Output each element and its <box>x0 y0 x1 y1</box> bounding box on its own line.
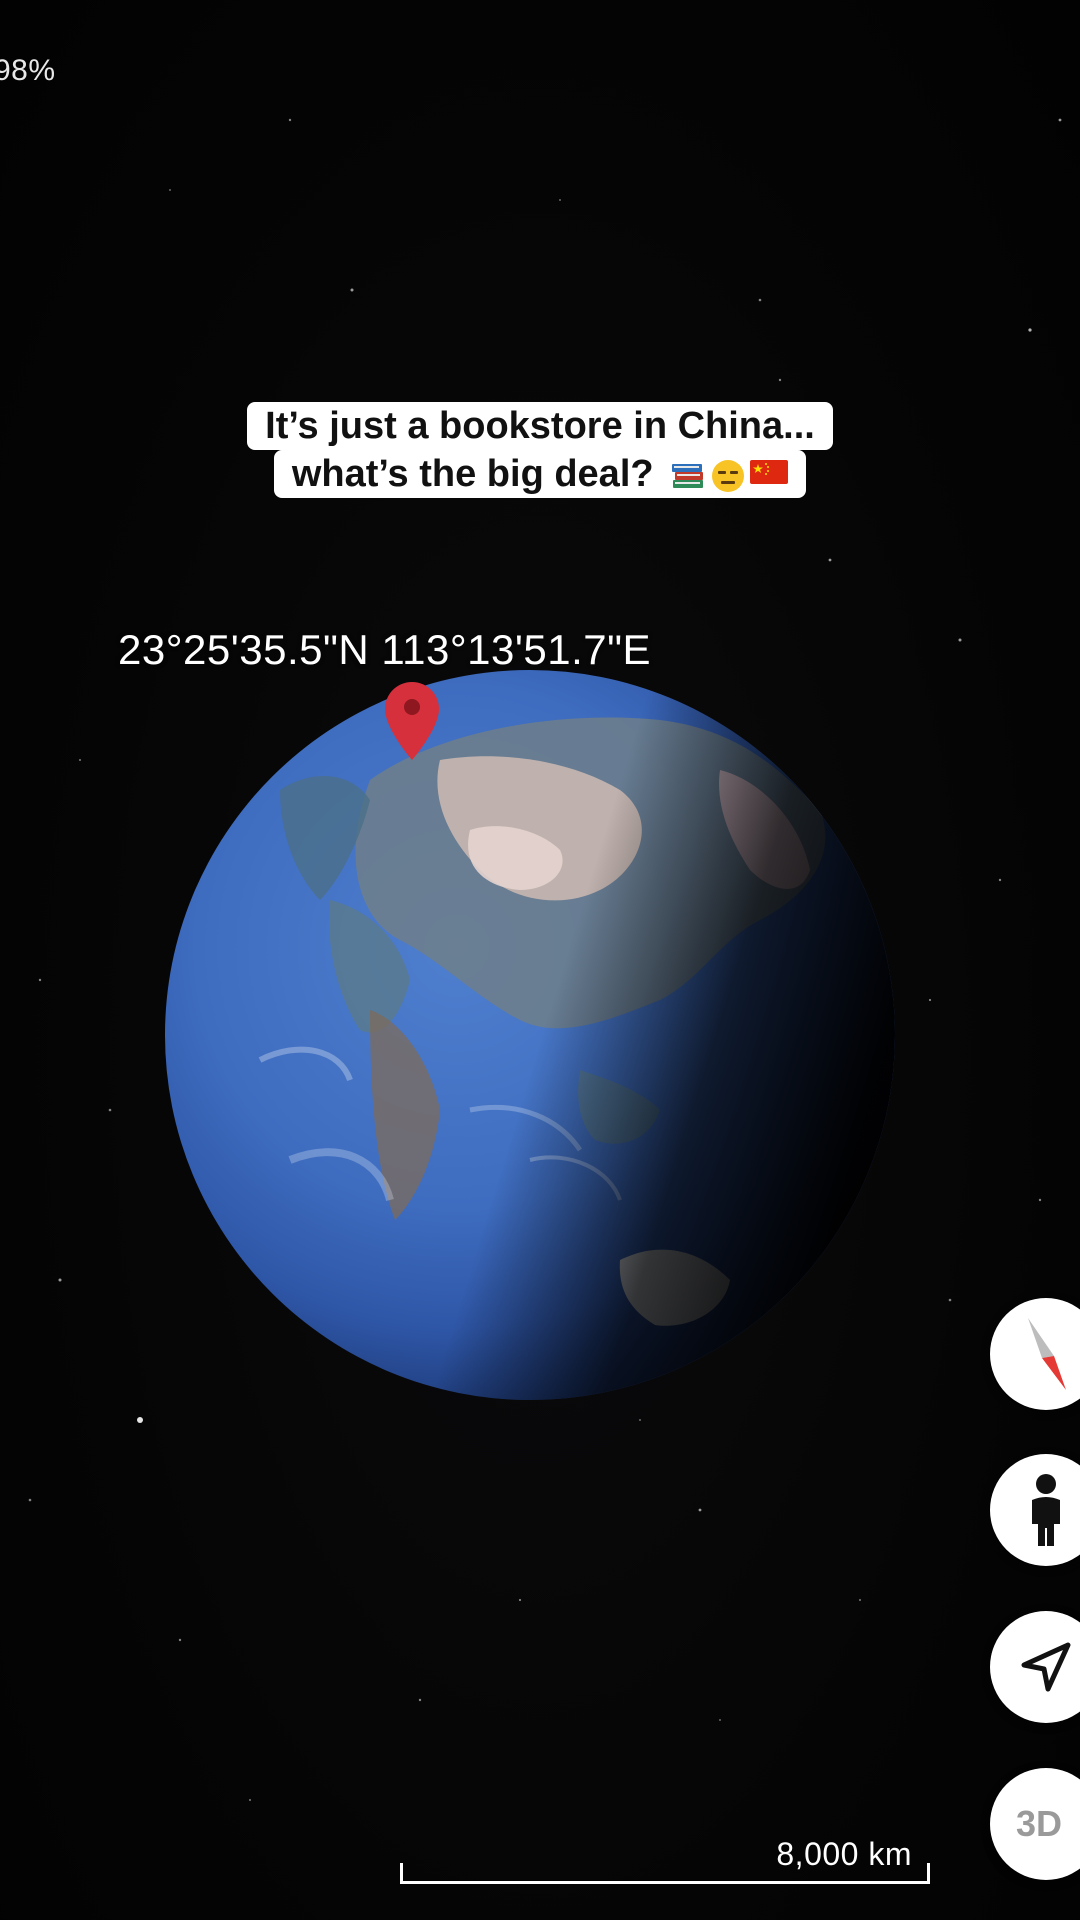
progress-percentage: 98% <box>0 54 56 87</box>
coordinates-label: 23°25'35.5"N 113°13'51.7"E <box>118 626 652 673</box>
expressionless-face-emoji <box>712 459 745 492</box>
navigation-arrow-icon <box>1021 1642 1071 1692</box>
china-flag-emoji <box>750 459 789 484</box>
map-scale: 8,000 km <box>400 1830 930 1890</box>
earth-globe[interactable] <box>140 640 940 1420</box>
pegman-icon <box>1032 1474 1060 1546</box>
view-3d-label: 3D <box>1015 1803 1063 1844</box>
compass-icon <box>1028 1318 1066 1390</box>
caption-line-1: It’s just a bookstore in China... <box>247 402 833 450</box>
caption-line-2-text: what’s the big deal? <box>291 453 654 495</box>
video-caption: It’s just a bookstore in China... what’s… <box>0 402 1080 498</box>
scale-bar <box>400 1863 930 1884</box>
caption-line-2: what’s the big deal? <box>273 450 807 498</box>
books-emoji <box>672 463 704 488</box>
earth-view-screen: 98% It’s just a bookstore in China... wh… <box>0 0 1080 1920</box>
caption-emojis <box>670 458 789 494</box>
